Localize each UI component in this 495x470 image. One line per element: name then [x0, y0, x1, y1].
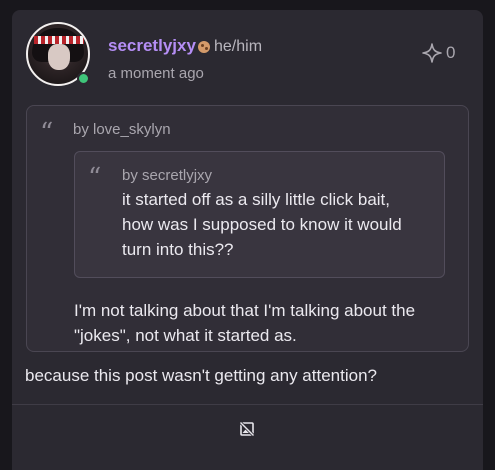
no-image-icon[interactable] — [240, 422, 254, 436]
quote-icon: “ — [40, 118, 54, 148]
timestamp: a moment ago — [108, 65, 204, 82]
username[interactable]: secretlyjxy — [108, 36, 196, 56]
cookie-icon — [198, 41, 210, 53]
post-card: secretlyjxy he/him a moment ago 0 “ by l… — [12, 10, 483, 470]
divider — [12, 404, 483, 405]
pronouns: he/him — [214, 38, 263, 55]
quote-block: “ by love_skylyn “ by secretlyjxy it sta… — [26, 105, 469, 352]
quote-text: I'm not talking about that I'm talking a… — [74, 301, 416, 345]
post-body: because this post wasn't getting any att… — [25, 366, 377, 385]
online-status-icon — [77, 72, 90, 85]
quote-icon: “ — [88, 163, 102, 193]
nested-quote-text: it started off as a silly little click b… — [122, 190, 402, 259]
nested-quote-block: “ by secretlyjxy it started off as a sil… — [74, 151, 445, 278]
like-count: 0 — [446, 43, 456, 62]
sparkle-icon[interactable] — [422, 43, 442, 63]
quote-author: by love_skylyn — [73, 121, 171, 138]
nested-quote-author: by secretlyjxy — [122, 167, 213, 184]
